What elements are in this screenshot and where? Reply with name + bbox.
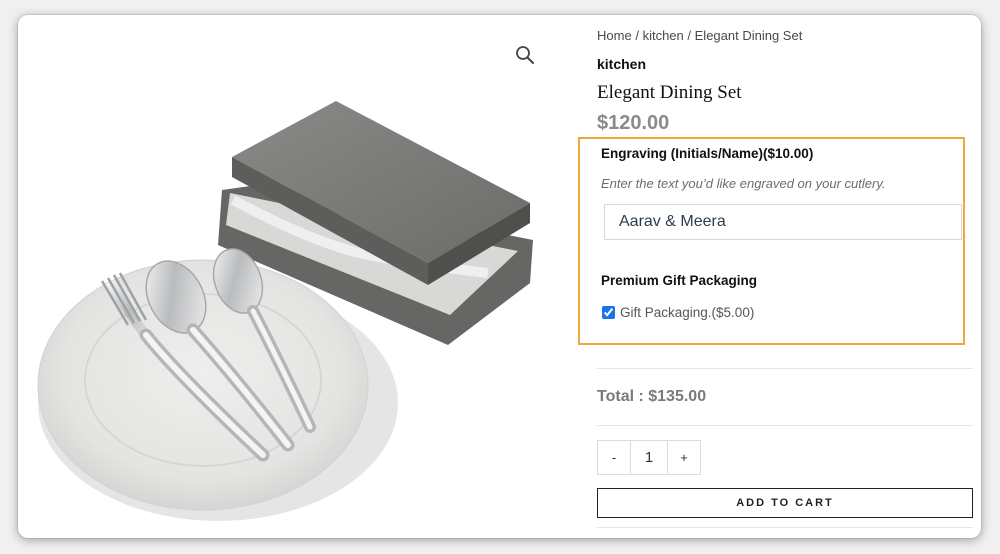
add-to-cart-button[interactable]: ADD TO CART xyxy=(597,488,973,518)
divider xyxy=(597,527,973,528)
quantity-stepper: - 1 + xyxy=(597,440,701,475)
product-category[interactable]: kitchen xyxy=(597,56,646,72)
engraving-label: Engraving (Initials/Name)($10.00) xyxy=(601,146,814,161)
divider xyxy=(597,368,973,369)
order-total: Total : $135.00 xyxy=(597,388,707,405)
product-options-box: Engraving (Initials/Name)($10.00) Enter … xyxy=(578,137,965,345)
product-gallery xyxy=(18,15,578,538)
gift-packaging-checkbox[interactable] xyxy=(602,306,615,319)
gift-packaging-option[interactable]: Gift Packaging.($5.00) xyxy=(602,305,754,320)
quantity-decrease-button[interactable]: - xyxy=(597,440,631,475)
product-details: Home / kitchen / Elegant Dining Set kitc… xyxy=(578,15,977,538)
product-image xyxy=(37,101,533,521)
quantity-value[interactable]: 1 xyxy=(631,440,667,475)
engraving-hint: Enter the text you’d like engraved on yo… xyxy=(601,176,886,191)
product-page: Home / kitchen / Elegant Dining Set kitc… xyxy=(18,15,981,538)
breadcrumb-category[interactable]: kitchen xyxy=(643,28,684,43)
product-title: Elegant Dining Set xyxy=(597,82,742,103)
product-price: $120.00 xyxy=(597,112,670,134)
breadcrumb-home[interactable]: Home xyxy=(597,28,632,43)
gift-packaging-checkbox-label: Gift Packaging.($5.00) xyxy=(620,305,755,320)
breadcrumb: Home / kitchen / Elegant Dining Set xyxy=(597,28,802,43)
quantity-increase-button[interactable]: + xyxy=(667,440,701,475)
gift-packaging-label: Premium Gift Packaging xyxy=(601,273,758,288)
breadcrumb-separator: / xyxy=(635,28,639,43)
breadcrumb-separator: / xyxy=(687,28,692,43)
magnifier-icon[interactable] xyxy=(514,44,536,66)
breadcrumb-current: Elegant Dining Set xyxy=(694,28,803,43)
divider xyxy=(597,425,973,426)
engraving-input[interactable] xyxy=(604,204,962,240)
